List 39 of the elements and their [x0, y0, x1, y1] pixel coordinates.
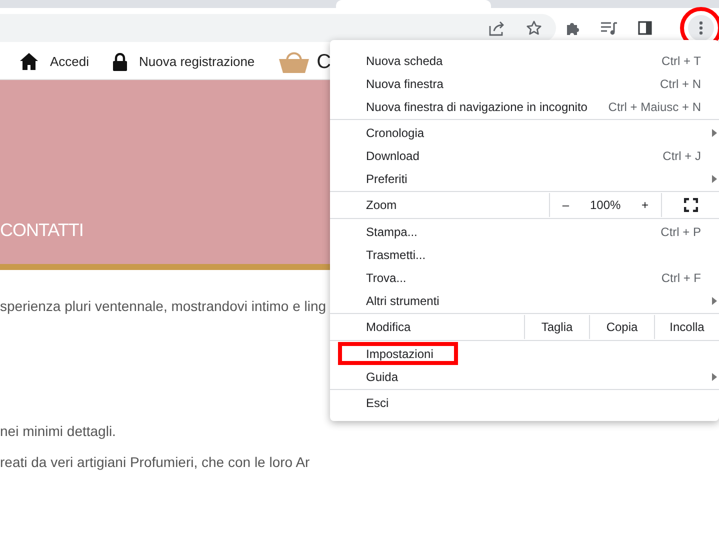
menu-item[interactable]: Download Ctrl + J — [330, 144, 719, 167]
menu-item[interactable]: Guida — [330, 365, 719, 388]
menu-item[interactable]: Esci — [330, 391, 719, 414]
edit-button[interactable]: Copia — [589, 315, 654, 339]
nav-link[interactable]: Accedi — [50, 52, 90, 72]
kebab-icon — [699, 21, 703, 35]
lock-icon — [113, 52, 128, 70]
menu-item[interactable]: Stampa... Ctrl + P — [330, 220, 719, 243]
fullscreen-icon — [684, 198, 698, 212]
menu-item[interactable]: Altri strumenti — [330, 289, 719, 312]
menu-item[interactable]: Trova... Ctrl + F — [330, 266, 719, 289]
zoom-in-button[interactable]: + — [638, 196, 653, 214]
menu-item[interactable]: Nuova finestra di navigazione in incognito Ctrl + Maiusc + N — [330, 95, 719, 118]
side-panel-icon[interactable] — [638, 21, 652, 35]
paragraph: nei minimi dettagli. — [0, 422, 116, 441]
page-heading: CONTATTI — [0, 220, 84, 242]
menu-item[interactable]: Preferiti — [330, 167, 719, 190]
menu-item[interactable]: Nuova finestra Ctrl + N — [330, 72, 719, 95]
menu-label: Zoom — [366, 197, 398, 214]
zoom-out-button[interactable]: – — [558, 196, 574, 214]
menu-button[interactable] — [688, 15, 714, 41]
zoom-level: 100% — [590, 197, 621, 214]
star-icon[interactable] — [526, 20, 542, 36]
basket-icon — [278, 50, 309, 72]
share-icon[interactable] — [489, 20, 506, 36]
puzzle-icon[interactable] — [566, 20, 581, 36]
home-icon — [20, 53, 38, 70]
edit-button[interactable]: Incolla — [654, 315, 719, 339]
paragraph: reati da veri artigiani Profumieri, che con le loro Ar — [0, 453, 310, 472]
media-icon[interactable] — [601, 22, 618, 34]
menu-item[interactable]: Cronologia — [330, 121, 719, 144]
nav-link[interactable]: C — [316, 46, 332, 76]
menu-item[interactable]: Nuova scheda Ctrl + T — [330, 49, 719, 72]
paragraph: sperienza pluri ventennale, mostrandovi intimo e ling — [0, 297, 326, 316]
menu-label: Modifica — [366, 319, 412, 336]
nav-link[interactable]: Nuova registrazione — [139, 52, 255, 72]
edit-button[interactable]: Taglia — [524, 315, 589, 339]
menu-item[interactable]: Impostazioni — [338, 342, 458, 365]
menu-item[interactable]: Trasmetti... — [330, 243, 719, 266]
